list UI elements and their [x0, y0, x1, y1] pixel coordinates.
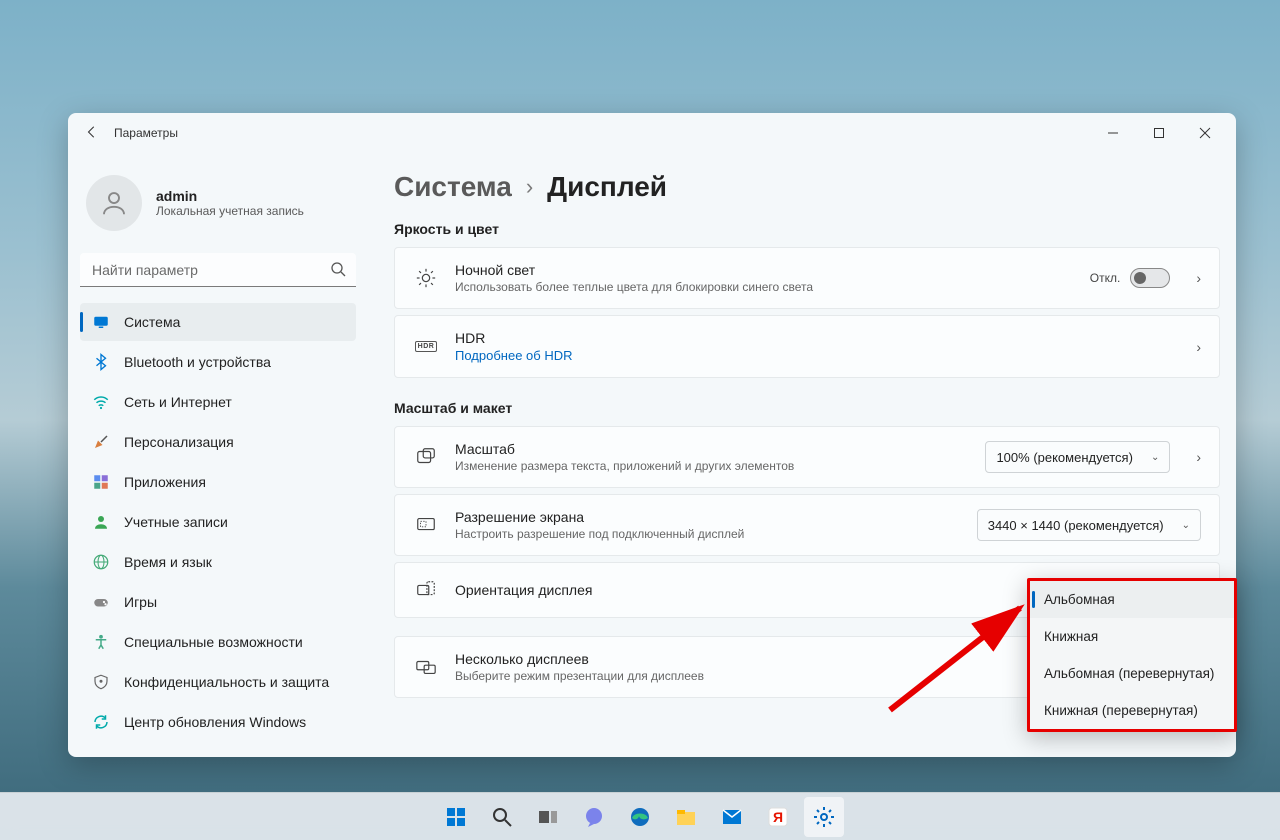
wifi-icon — [92, 393, 110, 411]
gamepad-icon — [92, 593, 110, 611]
taskbar: Я — [0, 792, 1280, 840]
chevron-down-icon: ⌄ — [1151, 452, 1159, 463]
nav-item-update[interactable]: Центр обновления Windows — [80, 703, 356, 741]
section-brightness: Яркость и цвет — [394, 221, 1220, 237]
nav-item-globe[interactable]: Время и язык — [80, 543, 356, 581]
globe-icon — [92, 553, 110, 571]
shield-icon — [92, 673, 110, 691]
search-box[interactable] — [80, 253, 356, 287]
start-button[interactable] — [436, 797, 476, 837]
resolution-dropdown[interactable]: 3440 × 1440 (рекомендуется) ⌄ — [977, 509, 1201, 541]
toggle-label: Откл. — [1090, 271, 1121, 285]
avatar-icon — [86, 175, 142, 231]
breadcrumb-parent[interactable]: Система — [394, 171, 512, 203]
displays-icon — [413, 654, 439, 680]
breadcrumb-current: Дисплей — [547, 171, 667, 203]
resolution-icon — [413, 512, 439, 538]
nav-item-wifi[interactable]: Сеть и Интернет — [80, 383, 356, 421]
orientation-option[interactable]: Книжная (перевернутая) — [1030, 692, 1234, 729]
task-view[interactable] — [528, 797, 568, 837]
user-name: admin — [156, 188, 304, 204]
scale-dropdown[interactable]: 100% (рекомендуется) ⌄ — [985, 441, 1170, 473]
user-account[interactable]: admin Локальная учетная запись — [80, 161, 356, 249]
user-subtitle: Локальная учетная запись — [156, 204, 304, 218]
svg-text:Я: Я — [773, 809, 783, 825]
chevron-down-icon: ⌄ — [1182, 520, 1190, 531]
edge-icon[interactable] — [620, 797, 660, 837]
nav-item-bluetooth[interactable]: Bluetooth и устройства — [80, 343, 356, 381]
orientation-option[interactable]: Альбомная (перевернутая) — [1030, 655, 1234, 692]
orientation-option[interactable]: Альбомная — [1030, 581, 1234, 618]
sidebar: admin Локальная учетная запись СистемаBl… — [68, 153, 368, 757]
nav-item-shield[interactable]: Конфиденциальность и защита — [80, 663, 356, 701]
window-title: Параметры — [114, 126, 178, 140]
apps-icon — [92, 473, 110, 491]
nav-item-display[interactable]: Система — [80, 303, 356, 341]
card-night-light[interactable]: Ночной свет Использовать более теплые цв… — [394, 247, 1220, 309]
chevron-right-icon[interactable]: › — [1186, 449, 1201, 465]
chevron-right-icon[interactable]: › — [1186, 339, 1201, 355]
person-icon — [92, 513, 110, 531]
settings-icon[interactable] — [804, 797, 844, 837]
section-scale: Масштаб и макет — [394, 400, 1220, 416]
night-light-toggle[interactable] — [1130, 268, 1170, 288]
maximize-button[interactable] — [1136, 118, 1182, 148]
orientation-icon — [413, 577, 439, 603]
search-icon — [330, 261, 346, 282]
yandex-icon[interactable]: Я — [758, 797, 798, 837]
sun-icon — [413, 265, 439, 291]
mail-icon[interactable] — [712, 797, 752, 837]
card-resolution[interactable]: Разрешение экрана Настроить разрешение п… — [394, 494, 1220, 556]
search-input[interactable] — [80, 253, 356, 287]
accessibility-icon — [92, 633, 110, 651]
taskbar-search[interactable] — [482, 797, 522, 837]
close-button[interactable] — [1182, 118, 1228, 148]
display-icon — [92, 313, 110, 331]
scale-icon — [413, 444, 439, 470]
chevron-right-icon: › — [526, 174, 533, 200]
nav-item-accessibility[interactable]: Специальные возможности — [80, 623, 356, 661]
hdr-link[interactable]: Подробнее об HDR — [455, 348, 1170, 363]
chevron-right-icon[interactable]: › — [1186, 270, 1201, 286]
nav-item-person[interactable]: Учетные записи — [80, 503, 356, 541]
hdr-icon: HDR — [413, 334, 439, 360]
titlebar: Параметры — [68, 113, 1236, 153]
brush-icon — [92, 433, 110, 451]
card-hdr[interactable]: HDR HDR Подробнее об HDR › — [394, 315, 1220, 378]
bluetooth-icon — [92, 353, 110, 371]
nav-item-apps[interactable]: Приложения — [80, 463, 356, 501]
breadcrumb: Система › Дисплей — [394, 171, 1220, 203]
back-button[interactable] — [76, 125, 108, 142]
orientation-popup: АльбомнаяКнижнаяАльбомная (перевернутая)… — [1027, 578, 1237, 732]
nav-list: СистемаBluetooth и устройстваСеть и Инте… — [80, 303, 356, 741]
update-icon — [92, 713, 110, 731]
minimize-button[interactable] — [1090, 118, 1136, 148]
nav-item-brush[interactable]: Персонализация — [80, 423, 356, 461]
nav-item-gamepad[interactable]: Игры — [80, 583, 356, 621]
explorer-icon[interactable] — [666, 797, 706, 837]
orientation-option[interactable]: Книжная — [1030, 618, 1234, 655]
chat-icon[interactable] — [574, 797, 614, 837]
card-scale[interactable]: Масштаб Изменение размера текста, прилож… — [394, 426, 1220, 488]
